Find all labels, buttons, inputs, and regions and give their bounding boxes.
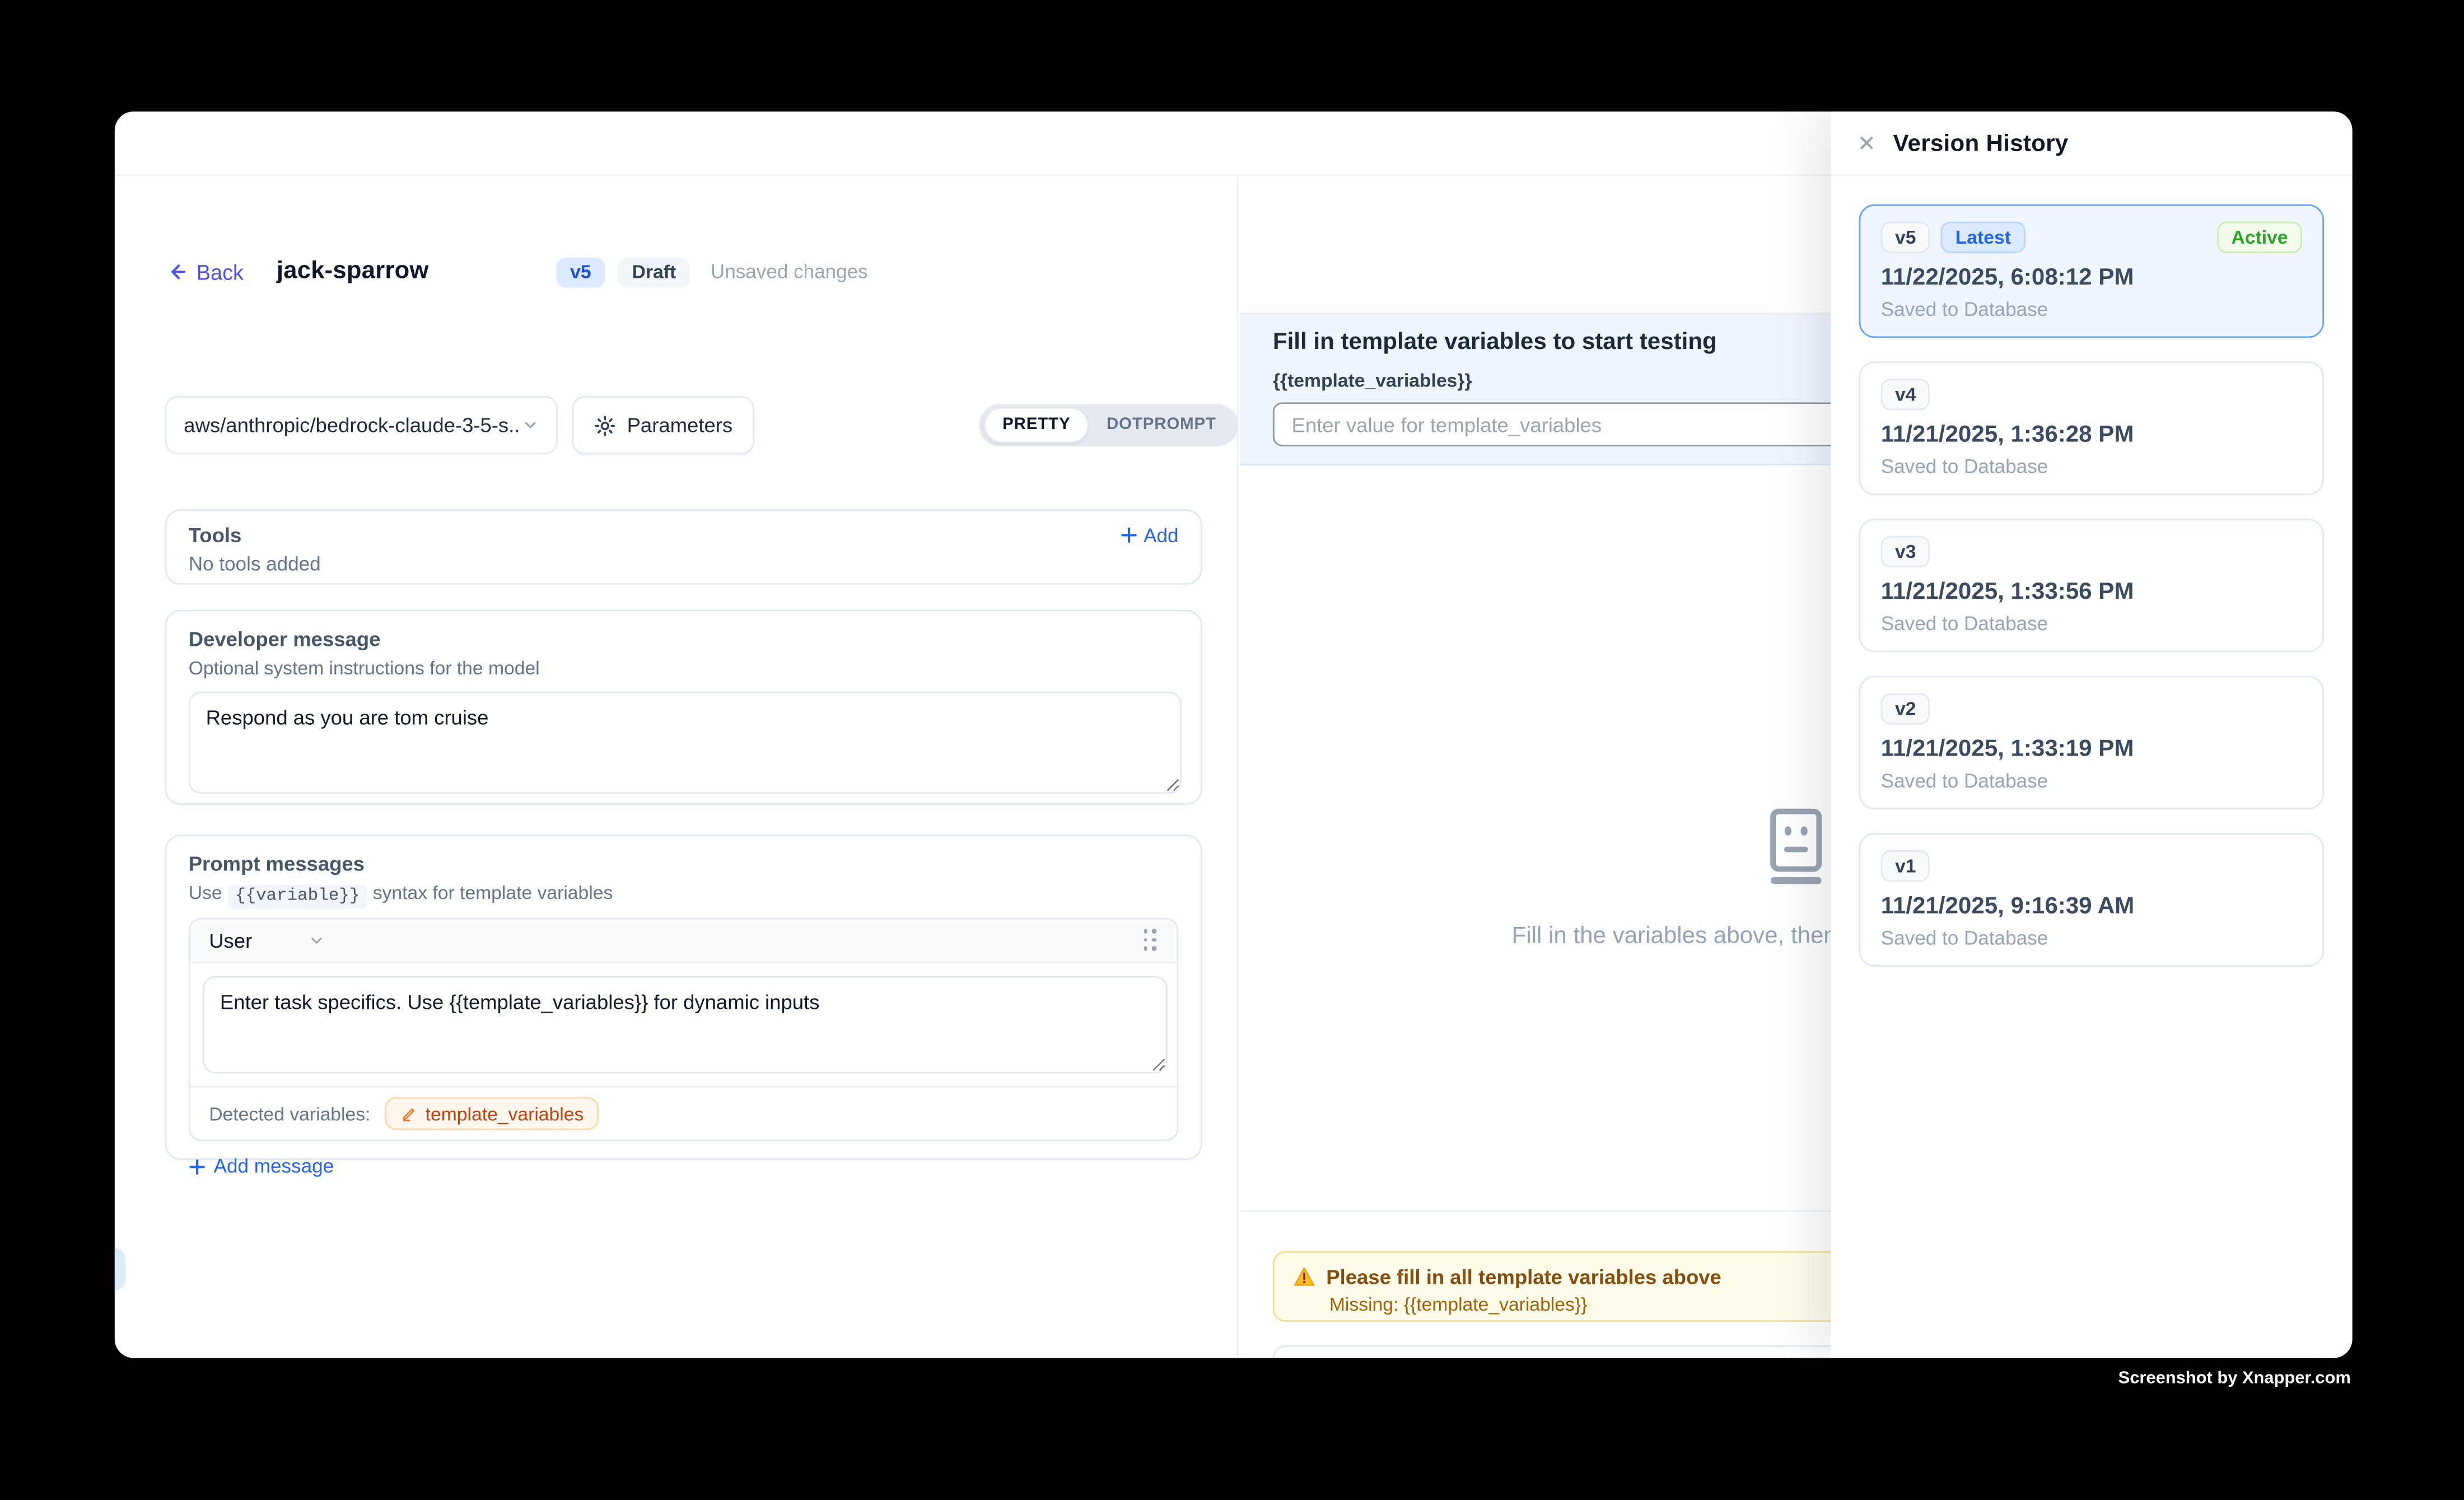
variable-syntax-chip: {{variable}} [227, 884, 367, 907]
bot-face-icon [1762, 806, 1831, 888]
version-card-v3[interactable]: v3 11/21/2025, 1:33:56 PM Saved to Datab… [1859, 519, 2324, 653]
parameters-label: Parameters [627, 413, 733, 437]
warning-icon [1293, 1267, 1315, 1287]
detected-variables-label: Detected variables: [209, 1102, 370, 1124]
prompt-messages-label: Prompt messages [189, 852, 1179, 875]
add-tool-button[interactable]: Add [1120, 524, 1179, 546]
screenshot-stage: Back jack-sparrow v5 Draft Unsaved chang… [0, 0, 2464, 1500]
warning-title-text: Please fill in all template variables ab… [1326, 1265, 1721, 1289]
back-label: Back [197, 260, 244, 283]
xnapper-watermark: Screenshot by Xnapper.com [0, 1369, 2351, 1388]
page-title-row: Back jack-sparrow v5 Draft Unsaved chang… [165, 253, 868, 291]
version-status: Saved to Database [1881, 456, 2302, 478]
format-toggle: PRETTY DOTPROMPT [979, 404, 1238, 446]
version-status: Saved to Database [1881, 299, 2302, 320]
editor-column: Back jack-sparrow v5 Draft Unsaved chang… [115, 176, 1238, 1358]
model-toolbar: aws/anthropic/bedrock-claude-3-5-s... [165, 396, 1238, 454]
arrow-left-icon [165, 261, 187, 283]
version-badge: v5 [556, 257, 605, 287]
version-timestamp: 11/22/2025, 6:08:12 PM [1881, 264, 2302, 291]
version-timestamp: 11/21/2025, 1:33:56 PM [1881, 579, 2302, 605]
tools-label: Tools [189, 523, 242, 547]
version-card-v5[interactable]: v5 Latest Active 11/22/2025, 6:08:12 PM … [1859, 204, 2324, 338]
version-status: Saved to Database [1881, 928, 2302, 949]
version-card-v2[interactable]: v2 11/21/2025, 1:33:19 PM Saved to Datab… [1859, 676, 2324, 810]
parameters-button[interactable]: Parameters [572, 396, 754, 454]
app-window: Back jack-sparrow v5 Draft Unsaved chang… [115, 111, 2353, 1358]
plus-icon [1120, 527, 1137, 544]
version-history-title: Version History [1893, 129, 2068, 156]
version-card-v4[interactable]: v4 11/21/2025, 1:36:28 PM Saved to Datab… [1859, 361, 2324, 495]
version-timestamp: 11/21/2025, 1:36:28 PM [1881, 421, 2302, 448]
version-history-panel: ✕ Version History v5 Latest Active 11/22… [1831, 111, 2353, 1358]
add-tool-label: Add [1144, 524, 1178, 546]
toggle-option-dotprompt[interactable]: DOTPROMPT [1089, 409, 1234, 442]
developer-message-label: Developer message [189, 627, 1179, 651]
model-select-value: aws/anthropic/bedrock-claude-3-5-s... [184, 413, 521, 437]
tools-card: Tools Add No tools added [165, 509, 1202, 585]
pencil-icon [400, 1105, 418, 1122]
version-tag-badge: v1 [1881, 850, 1930, 882]
toggle-option-pretty[interactable]: PRETTY [984, 407, 1090, 444]
developer-message-hint: Optional system instructions for the mod… [189, 657, 1179, 679]
chevron-down-icon [309, 932, 326, 949]
active-badge: Active [2217, 222, 2302, 253]
add-message-button[interactable]: Add message [189, 1155, 334, 1177]
version-history-header: ✕ Version History [1831, 111, 2353, 176]
page-title: jack-sparrow [277, 258, 429, 286]
unsaved-changes-label: Unsaved changes [711, 261, 868, 283]
plus-icon [189, 1158, 206, 1175]
tools-empty-text: No tools added [189, 553, 1179, 575]
prompt-message-block: User Enter task specifics. Use {{templat… [189, 918, 1179, 1141]
message-role-value: User [209, 929, 252, 952]
developer-message-card: Developer message Optional system instru… [165, 610, 1202, 805]
latest-badge: Latest [1941, 222, 2025, 253]
edge-peek-tab [115, 1248, 126, 1291]
prompt-message-body: Enter task specifics. Use {{template_var… [190, 963, 1177, 1086]
version-status: Saved to Database [1881, 613, 2302, 635]
close-icon[interactable]: ✕ [1858, 132, 1876, 154]
version-timestamp: 11/21/2025, 9:16:39 AM [1881, 893, 2302, 920]
message-content-textarea[interactable]: Enter task specifics. Use {{template_var… [203, 976, 1168, 1074]
back-button[interactable]: Back [165, 260, 244, 283]
detected-variable-name: template_variables [426, 1102, 584, 1124]
drag-handle-icon[interactable] [1143, 929, 1158, 952]
version-timestamp: 11/21/2025, 1:33:19 PM [1881, 735, 2302, 762]
version-status: Saved to Database [1881, 770, 2302, 792]
version-tag-badge: v4 [1881, 379, 1930, 410]
message-role-select[interactable]: User [209, 929, 326, 952]
version-card-v1[interactable]: v1 11/21/2025, 9:16:39 AM Saved to Datab… [1859, 833, 2324, 967]
prompt-messages-hint: Use {{variable}} syntax for template var… [189, 882, 1179, 905]
chevron-down-icon [522, 417, 539, 434]
version-tag-badge: v3 [1881, 536, 1930, 567]
developer-message-textarea[interactable]: Respond as you are tom cruise [189, 692, 1182, 794]
detected-variables-row: Detected variables: template_variables [190, 1086, 1177, 1139]
prompt-message-header: User [190, 920, 1177, 964]
gear-icon [594, 414, 616, 436]
add-message-label: Add message [214, 1155, 334, 1177]
version-list: v5 Latest Active 11/22/2025, 6:08:12 PM … [1831, 176, 2353, 1018]
version-tag-badge: v2 [1881, 693, 1930, 724]
detected-variable-chip[interactable]: template_variables [385, 1097, 600, 1130]
draft-badge: Draft [618, 257, 690, 287]
model-select[interactable]: aws/anthropic/bedrock-claude-3-5-s... [165, 396, 558, 454]
version-tag-badge: v5 [1881, 222, 1930, 253]
prompt-messages-card: Prompt messages Use {{variable}} syntax … [165, 835, 1202, 1160]
